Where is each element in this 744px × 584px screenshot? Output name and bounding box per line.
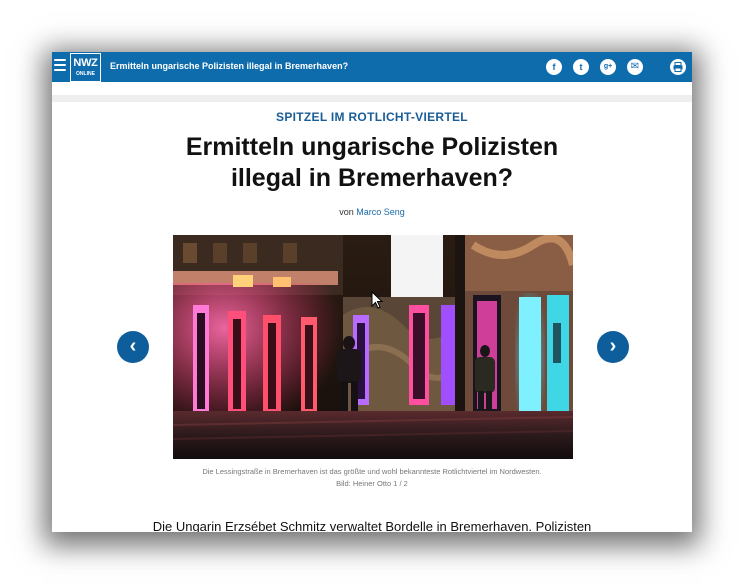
topbar-article-title: Ermitteln ungarische Polizisten illegal … bbox=[110, 61, 349, 71]
logo-text-sub: ONLINE bbox=[76, 71, 95, 77]
photo-credit: Bild: Heiner Otto 1 / 2 bbox=[336, 479, 408, 488]
browser-window: NWZ ONLINE Ermitteln ungarische Polizist… bbox=[52, 52, 692, 532]
gallery-photo[interactable] bbox=[173, 235, 573, 459]
divider-strip bbox=[52, 95, 692, 102]
author-link[interactable]: Marco Seng bbox=[356, 207, 405, 217]
facebook-icon[interactable]: f bbox=[546, 59, 562, 75]
mouse-cursor-icon bbox=[371, 291, 383, 309]
logo-text-main: NWZ bbox=[73, 57, 98, 69]
article-lead: Die Ungarin Erzsébet Schmitz verwaltet B… bbox=[152, 519, 592, 532]
byline-prefix: von bbox=[339, 207, 354, 217]
google-plus-icon[interactable]: g+ bbox=[600, 59, 616, 75]
article-headline: Ermitteln ungarische Polizisten illegal … bbox=[52, 132, 692, 194]
gallery-prev-button[interactable]: ‹ bbox=[117, 331, 149, 363]
headline-line-1: Ermitteln ungarische Polizisten bbox=[185, 133, 559, 161]
headline-line-2: illegal in Bremerhaven? bbox=[230, 164, 514, 192]
article-byline: von Marco Seng bbox=[52, 207, 692, 217]
email-icon[interactable]: ✉ bbox=[627, 59, 643, 75]
caption-text: Die Lessingstraße in Bremerhaven ist das… bbox=[202, 467, 542, 476]
article-kicker: SPITZEL IM ROTLICHT-VIERTEL bbox=[276, 110, 468, 124]
top-bar: NWZ ONLINE Ermitteln ungarische Polizist… bbox=[52, 52, 692, 82]
photo-caption: Die Lessingstraße in Bremerhaven ist das… bbox=[52, 466, 692, 490]
gallery-next-button[interactable]: › bbox=[597, 331, 629, 363]
print-icon[interactable] bbox=[670, 59, 686, 75]
hamburger-menu-icon[interactable] bbox=[54, 59, 66, 74]
nwz-online-logo[interactable]: NWZ ONLINE bbox=[70, 53, 101, 82]
twitter-icon[interactable]: t bbox=[573, 59, 589, 75]
